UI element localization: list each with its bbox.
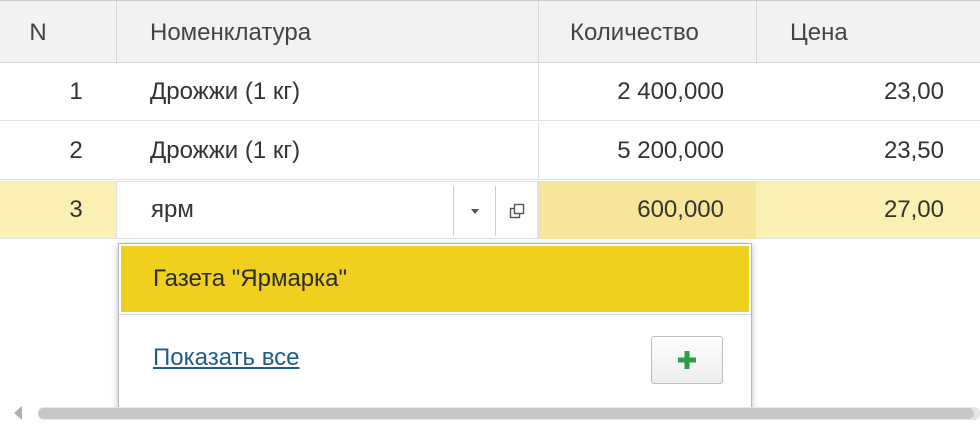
row-qty[interactable]: 2 400,000: [538, 63, 756, 121]
row-qty[interactable]: 600,000: [538, 181, 756, 239]
table-row[interactable]: 2 Дрожжи (1 кг) 5 200,000 23,50: [0, 122, 980, 180]
dropdown-item[interactable]: Газета "Ярмарка": [121, 246, 749, 312]
add-button[interactable]: [651, 336, 723, 384]
row-price[interactable]: 23,50: [756, 122, 980, 180]
open-button[interactable]: [495, 186, 538, 236]
autocomplete-dropdown: Газета "Ярмарка" Показать все: [118, 243, 752, 410]
column-divider: [756, 1, 757, 64]
name-editor-field[interactable]: ярм: [116, 181, 538, 239]
column-divider: [116, 1, 117, 64]
tabular-section: N Номенклатура Количество Цена 1 Дрожжи …: [0, 0, 980, 430]
row-price[interactable]: 23,00: [756, 63, 980, 121]
row-price[interactable]: 27,00: [756, 181, 980, 239]
row-name[interactable]: Дрожжи (1 кг): [150, 122, 530, 180]
scrollbar-thumb[interactable]: [38, 408, 974, 419]
table-row-selected[interactable]: 3 ярм 600,000 27,00: [0, 181, 980, 239]
table-row[interactable]: 1 Дрожжи (1 кг) 2 400,000 23,00: [0, 63, 980, 121]
row-number: 1: [69, 78, 83, 105]
row-number: 3: [69, 196, 83, 223]
open-form-icon: [509, 203, 525, 219]
column-divider: [538, 1, 539, 64]
column-header-n[interactable]: N: [0, 1, 116, 64]
horizontal-scrollbar[interactable]: [38, 407, 980, 420]
plus-icon: [678, 351, 696, 369]
column-header-qty[interactable]: Количество: [570, 1, 750, 64]
row-number: 2: [69, 137, 83, 164]
column-header-name[interactable]: Номенклатура: [150, 1, 530, 64]
triangle-down-icon: [471, 209, 479, 214]
row-qty[interactable]: 5 200,000: [538, 122, 756, 180]
table-header: N Номенклатура Количество Цена: [0, 0, 980, 64]
name-editor-input[interactable]: ярм: [151, 182, 194, 238]
dropdown-button[interactable]: [453, 186, 496, 236]
show-all-link[interactable]: Показать все: [153, 344, 300, 372]
scroll-left-arrow[interactable]: [14, 406, 22, 420]
row-name[interactable]: Дрожжи (1 кг): [150, 63, 530, 121]
column-header-price[interactable]: Цена: [790, 1, 970, 64]
dropdown-divider: [119, 314, 751, 315]
